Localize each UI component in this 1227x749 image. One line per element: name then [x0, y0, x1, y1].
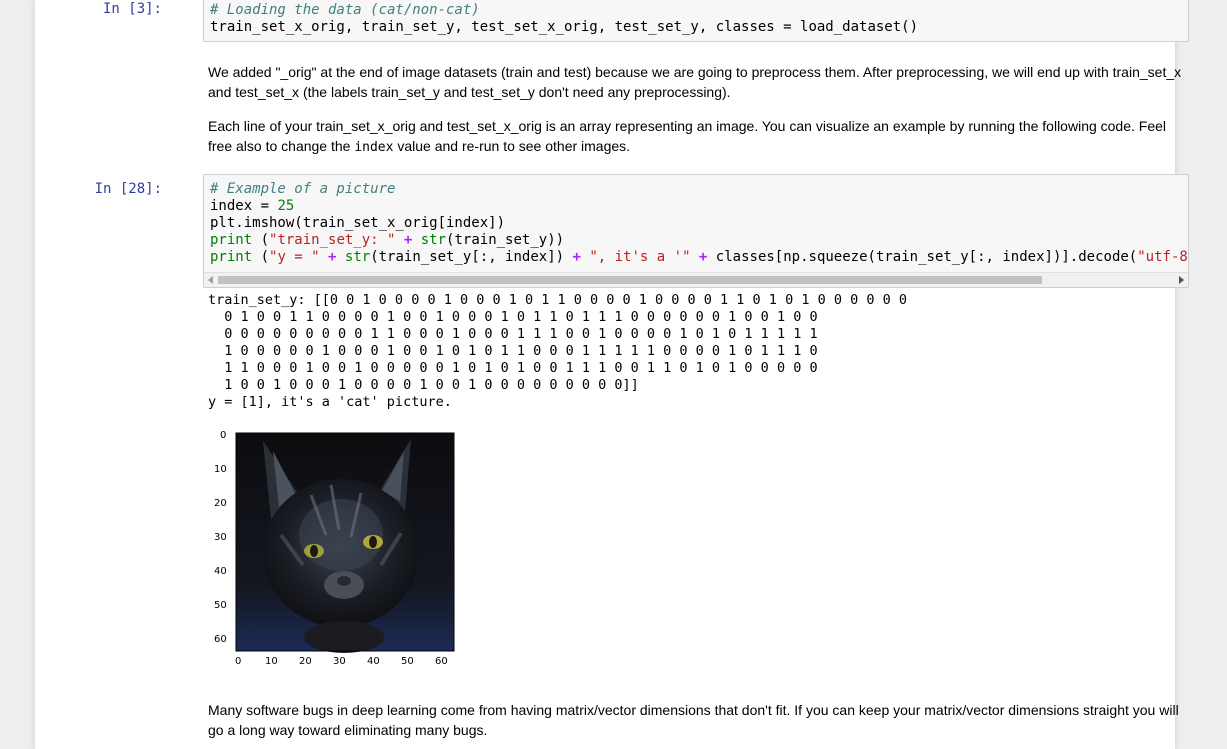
notebook-container: In [3]: # Loading the data (cat/non-cat)… [35, 0, 1189, 749]
output-line: y = [1], it's a 'cat' picture. [208, 394, 452, 410]
code-token: "y = " [269, 249, 320, 265]
code-token: ( [252, 232, 270, 248]
x-tick-label: 60 [435, 656, 448, 667]
code-cell-load[interactable]: # Loading the data (cat/non-cat) train_s… [203, 0, 1189, 42]
code-line-1: # Example of a picture [204, 181, 1188, 198]
y-tick-label: 0 [220, 430, 227, 441]
cat-picture [235, 432, 455, 653]
code-line-4: print ("train_set_y: " + str(train_set_y… [204, 232, 1188, 249]
code-token: (train_set_y)) [446, 232, 565, 248]
y-tick-label: 50 [214, 600, 227, 611]
code-comment: # Example of a picture [210, 181, 396, 197]
horizontal-scrollbar[interactable] [204, 272, 1188, 287]
code-token: + [690, 249, 716, 265]
scroll-right-icon[interactable] [1179, 276, 1184, 284]
code-token: = [260, 198, 270, 214]
output-line: 1 0 0 1 0 0 0 1 0 0 0 0 1 0 0 1 0 0 0 0 … [208, 377, 639, 393]
code-token: ", it's a '" [580, 249, 691, 265]
y-tick-label: 40 [214, 566, 227, 577]
x-tick-label: 10 [265, 656, 278, 667]
markdown-paragraph-2: Each line of your train_set_x_orig and t… [208, 116, 1188, 158]
x-tick-label: 30 [333, 656, 346, 667]
code-token: + [395, 232, 421, 248]
output-line: 1 1 0 0 0 1 0 0 1 0 0 0 0 0 1 0 1 0 1 0 … [208, 360, 818, 376]
code-token: 25 [269, 198, 295, 214]
code-token: str [420, 232, 447, 248]
output-line: 1 0 0 0 0 0 1 0 0 0 1 0 0 1 0 1 0 1 1 0 … [208, 343, 818, 359]
code-token: classes[np.squeeze(train_set_y[:, index]… [715, 249, 1138, 265]
y-tick-label: 10 [214, 464, 227, 475]
markdown-paragraph-3: Many software bugs in deep learning come… [208, 702, 1179, 738]
scrollbar-thumb[interactable] [218, 276, 1042, 284]
code-line-3: plt.imshow(train_set_x_orig[index]) [210, 215, 506, 231]
code-token: str [344, 249, 371, 265]
code-token: "utf-8 [1137, 249, 1188, 265]
code-token: print [210, 232, 253, 248]
y-tick-label: 20 [214, 498, 227, 509]
x-tick-label: 0 [235, 656, 242, 667]
x-tick-label: 20 [299, 656, 312, 667]
code-token: index [210, 198, 261, 214]
y-tick-label: 30 [214, 532, 227, 543]
code-token: print [210, 249, 253, 265]
cell-prompt-3: In [3]: [102, 1, 162, 17]
code-cell-example[interactable]: # Example of a picture index = 25 plt.im… [203, 174, 1189, 288]
x-tick-label: 40 [367, 656, 380, 667]
x-tick-label: 50 [401, 656, 414, 667]
code-line-1: # Loading the data (cat/non-cat) [204, 2, 1188, 19]
md-text: value and re-run to see other images. [393, 138, 631, 154]
imshow-figure: 0 10 20 30 40 50 60 0 10 20 30 40 50 60 [201, 425, 471, 675]
code-token: + [572, 249, 581, 265]
y-tick-label: 60 [214, 634, 227, 645]
code-token: (train_set_y[:, index]) [370, 249, 573, 265]
code-token: ( [252, 249, 270, 265]
output-line: 0 1 0 0 1 1 0 0 0 0 1 0 0 1 0 0 0 1 0 1 … [208, 309, 818, 325]
code-comment: # Loading the data (cat/non-cat) [210, 2, 480, 18]
md-inline-code: index [354, 140, 394, 155]
cell-prompt-28: In [28]: [94, 181, 162, 197]
markdown-paragraph-1: We added "_orig" at the end of image dat… [208, 64, 1182, 100]
code-line-2: train_set_x_orig, train_set_y, test_set_… [210, 19, 919, 35]
output-line: train_set_y: [[0 0 1 0 0 0 0 1 0 0 0 1 0… [208, 292, 907, 308]
md-text: Each line of your train_set_x_orig and t… [208, 118, 1167, 154]
code-line-5: print ("y = " + str(train_set_y[:, index… [204, 249, 1188, 266]
code-token: "train_set_y: " [269, 232, 396, 248]
output-line: 0 0 0 0 0 0 0 0 0 1 1 0 0 0 1 0 0 0 1 1 … [208, 326, 818, 342]
scroll-left-icon[interactable] [208, 276, 213, 284]
code-token: + [319, 249, 345, 265]
code-line-2: index = 25 [204, 198, 1188, 215]
